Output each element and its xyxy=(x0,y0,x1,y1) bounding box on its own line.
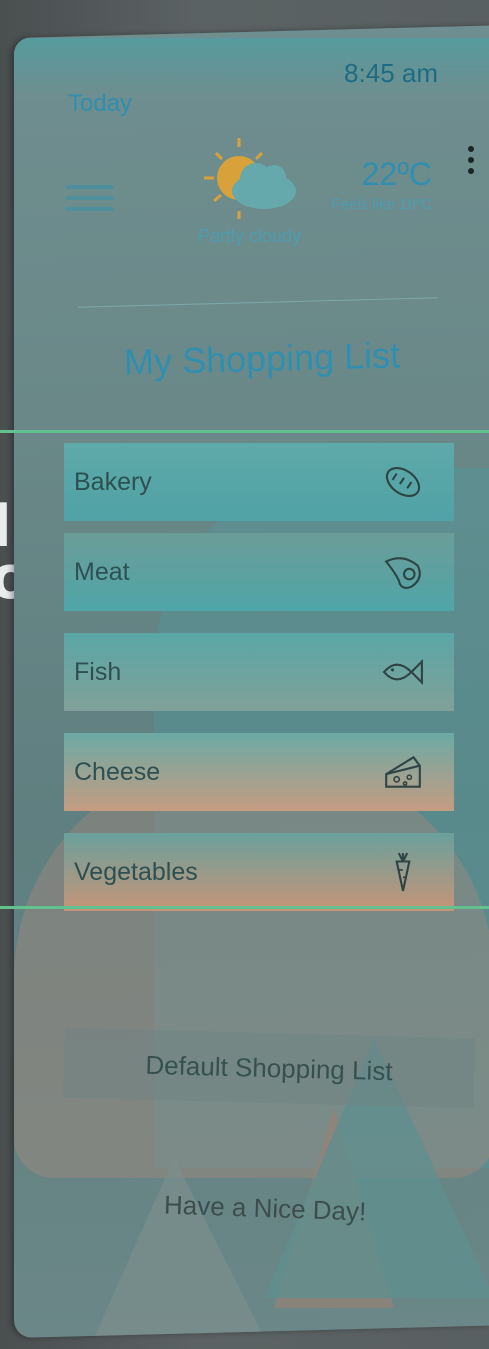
steak-icon xyxy=(384,557,421,589)
temperature: 22ºC xyxy=(361,156,432,192)
category-bakery[interactable]: Bakery xyxy=(64,443,454,521)
category-label: Meat xyxy=(74,557,130,586)
mountain-illustration xyxy=(94,1158,264,1338)
category-fish[interactable]: Fish xyxy=(64,633,454,711)
weather-condition: Partly cloudy xyxy=(198,226,302,246)
clock: 8:45 am xyxy=(344,58,438,88)
category-label: Bakery xyxy=(74,467,152,496)
partly-cloudy-icon xyxy=(204,138,296,219)
selection-guide-bottom xyxy=(0,906,489,909)
category-label: Cheese xyxy=(74,757,161,786)
carrot-icon xyxy=(395,852,411,892)
category-meat[interactable]: Meat xyxy=(64,533,454,611)
selection-guide-top xyxy=(0,430,489,433)
divider xyxy=(78,297,438,308)
feels-like: Feels like 18ºC xyxy=(331,196,432,213)
default-shopping-list-button[interactable]: Default Shopping List xyxy=(63,1027,475,1109)
menu-icon[interactable] xyxy=(66,178,114,218)
phone-screen: Today 8:45 am Partly cloudy 22ºC Feels l… xyxy=(14,25,489,1338)
day-label: Today xyxy=(68,90,133,117)
cheese-icon xyxy=(385,755,421,788)
fish-icon xyxy=(382,658,423,686)
category-label: Fish xyxy=(74,657,122,686)
more-options-icon[interactable] xyxy=(466,141,476,177)
category-label: Vegetables xyxy=(74,857,198,886)
category-cheese[interactable]: Cheese xyxy=(64,733,454,811)
bread-icon xyxy=(385,467,421,497)
page-title: My Shopping List xyxy=(123,334,401,383)
category-vegetables[interactable]: Vegetables xyxy=(64,833,454,911)
